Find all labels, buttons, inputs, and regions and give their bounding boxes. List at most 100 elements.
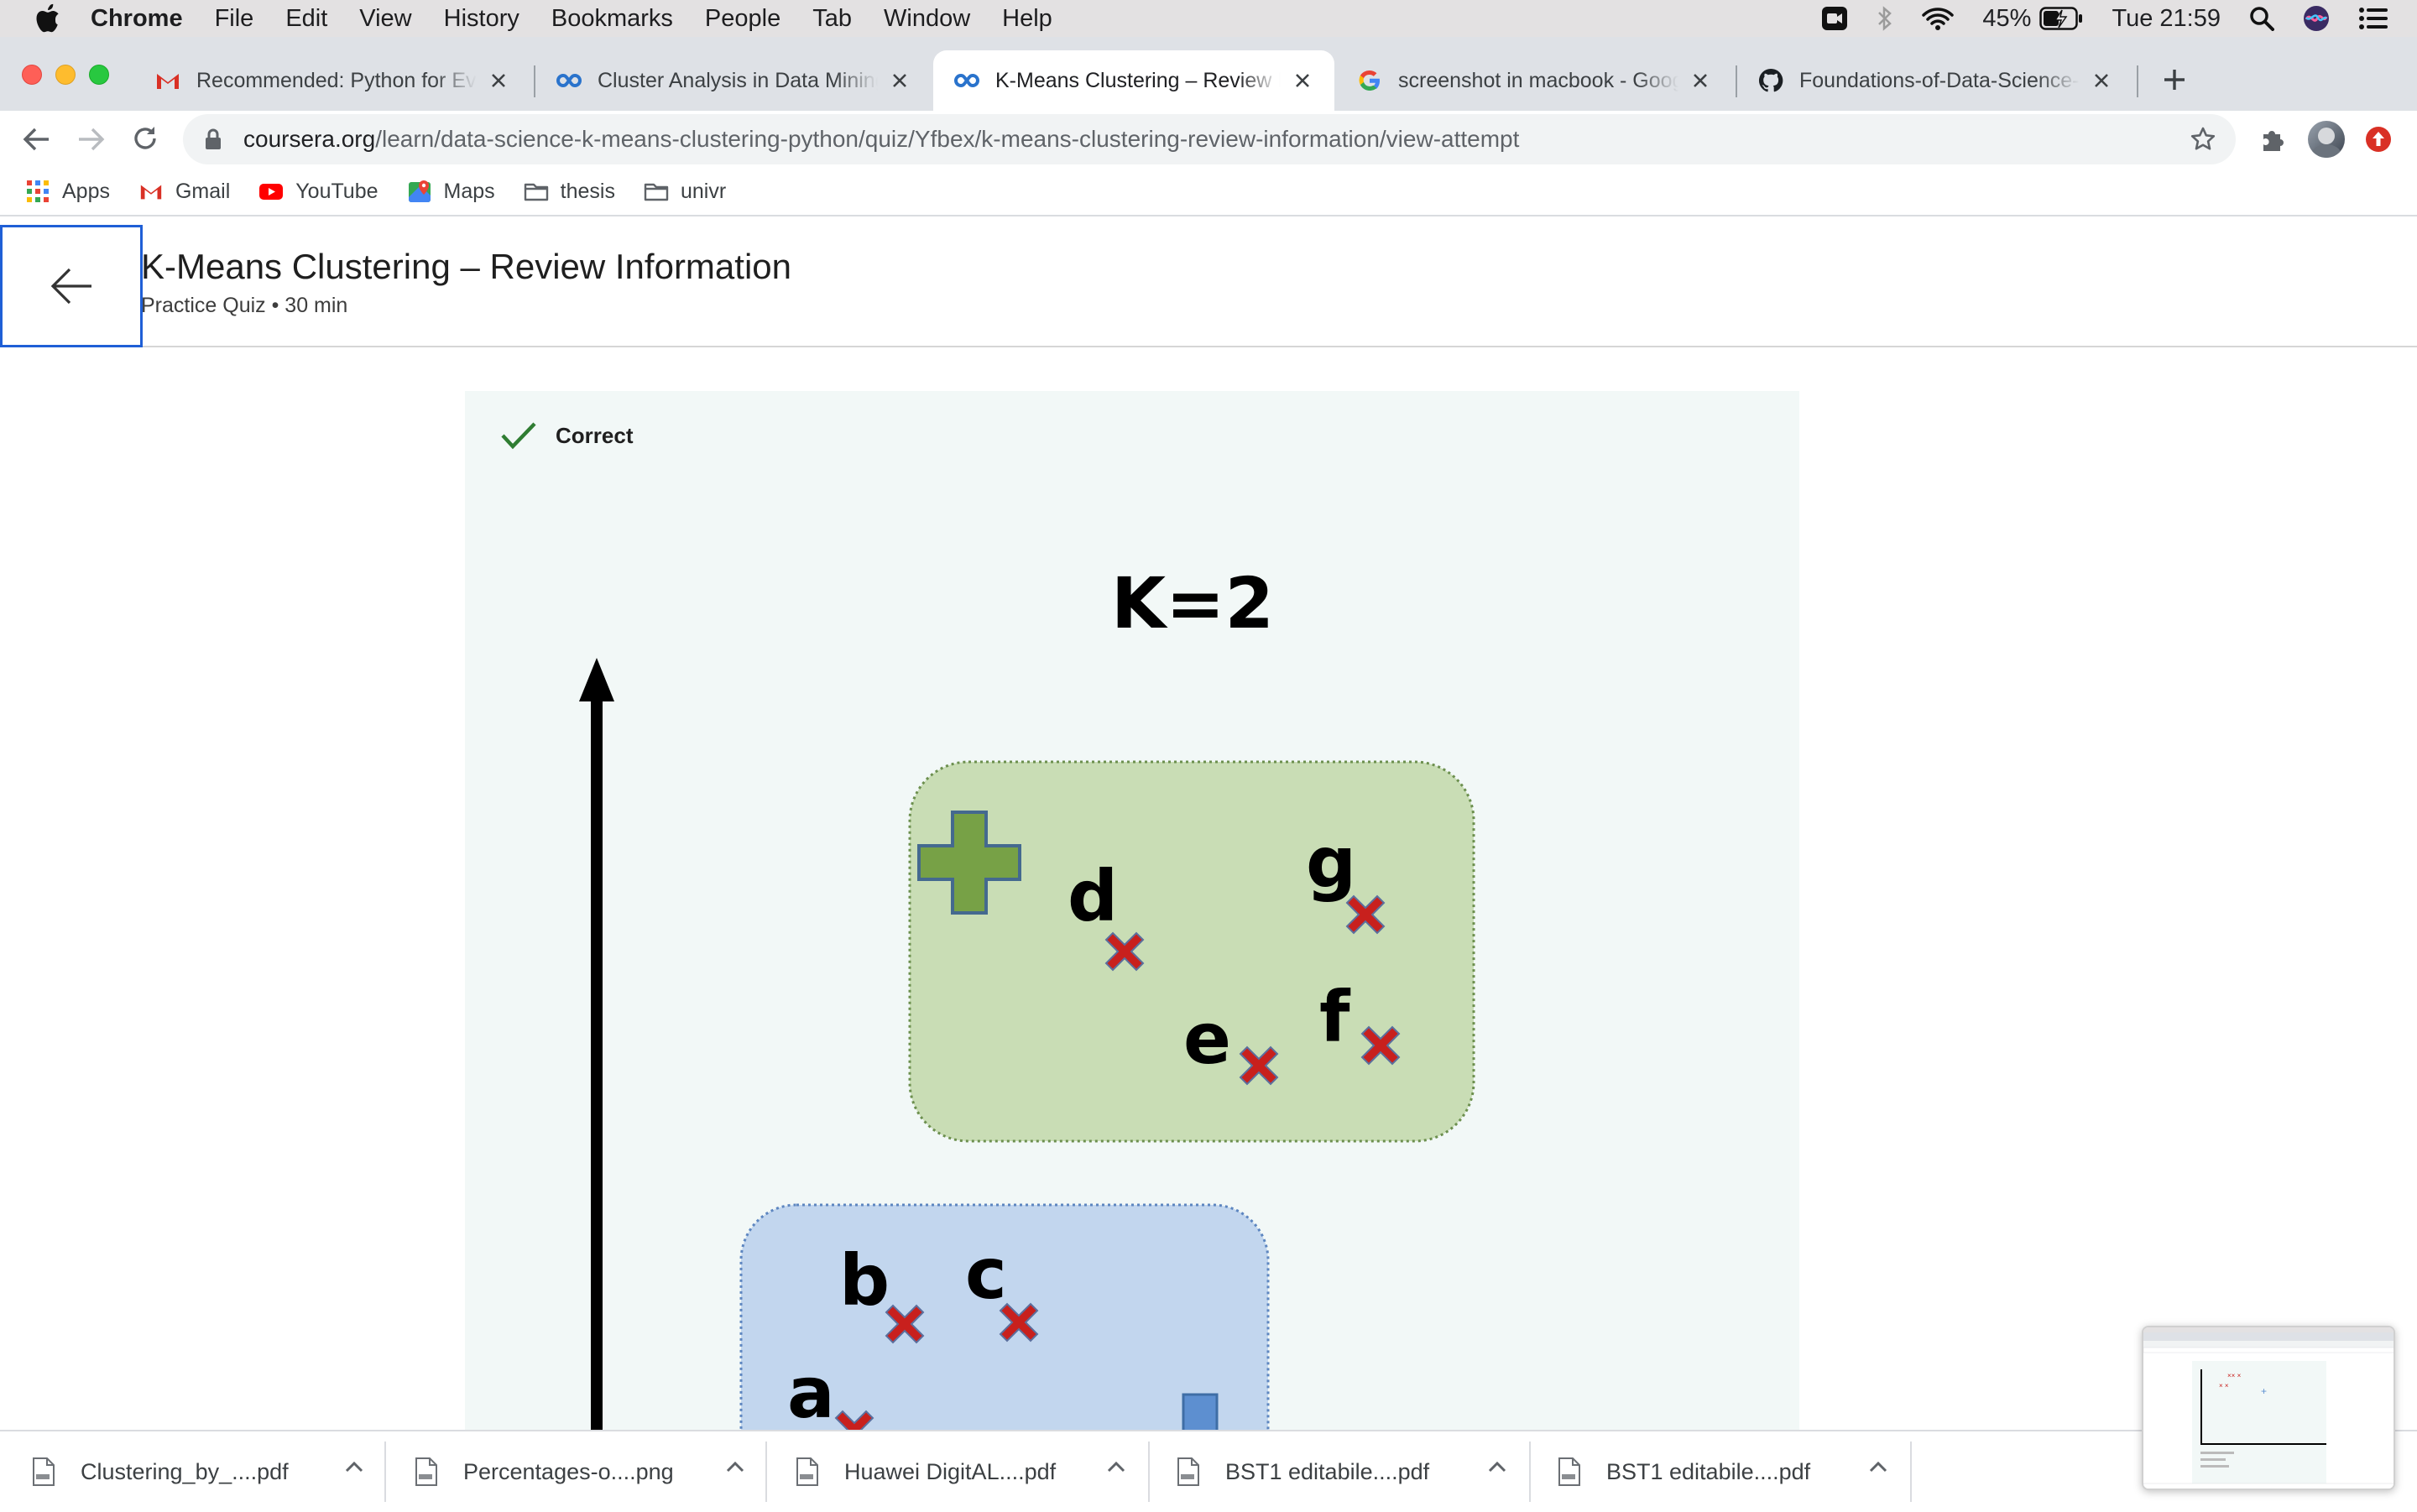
bookmark-label: thesis bbox=[560, 179, 615, 203]
back-button[interactable] bbox=[0, 225, 143, 347]
menubar-clock[interactable]: Tue 21:59 bbox=[2112, 5, 2221, 33]
chevron-up-icon[interactable] bbox=[1868, 1460, 1888, 1473]
point-label-d: d bbox=[1068, 855, 1119, 937]
download-item[interactable]: BST1 editabile....pdf bbox=[1177, 1431, 1527, 1512]
browser-toolbar: coursera.org/learn/data-science-k-means-… bbox=[0, 111, 2417, 168]
battery-charging-icon[interactable] bbox=[2039, 7, 2083, 30]
gmail-icon bbox=[140, 185, 162, 200]
download-filename: Percentages-o....png bbox=[463, 1458, 674, 1484]
point-label-f: f bbox=[1319, 976, 1350, 1058]
window-close-button[interactable] bbox=[22, 65, 42, 85]
app-menu-chrome[interactable]: Chrome bbox=[91, 5, 183, 33]
tab-google-search[interactable]: screenshot in macbook - Goog bbox=[1336, 50, 1732, 111]
menu-window[interactable]: Window bbox=[884, 5, 970, 33]
download-filename: BST1 editabile....pdf bbox=[1225, 1458, 1430, 1484]
point-label-a: a bbox=[787, 1352, 835, 1434]
screenshot-preview-thumbnail[interactable]: ×× × × × + bbox=[2142, 1326, 2395, 1490]
thumbnail-image: ×× × × × + bbox=[2143, 1327, 2394, 1489]
svg-text:× ×: × × bbox=[2219, 1382, 2229, 1389]
download-filename: Huawei DigitAL....pdf bbox=[844, 1458, 1057, 1484]
menu-view[interactable]: View bbox=[359, 5, 411, 33]
youtube-icon bbox=[259, 184, 284, 200]
tab-close-icon[interactable] bbox=[1687, 67, 1714, 94]
window-zoom-button[interactable] bbox=[89, 65, 109, 85]
menu-edit[interactable]: Edit bbox=[285, 5, 327, 33]
menu-tab[interactable]: Tab bbox=[812, 5, 852, 33]
chevron-up-icon[interactable] bbox=[1487, 1460, 1507, 1473]
bookmark-folder-univr[interactable]: univr bbox=[644, 179, 726, 204]
extensions-puzzle-icon[interactable] bbox=[2259, 124, 2288, 153]
menu-file[interactable]: File bbox=[215, 5, 254, 33]
back-arrow-icon[interactable] bbox=[22, 126, 50, 153]
point-label-e: e bbox=[1183, 998, 1231, 1080]
back-arrow-icon bbox=[50, 268, 91, 305]
tab-close-icon[interactable] bbox=[1289, 67, 1316, 94]
bookmarks-bar: Apps Gmail YouTube Maps thesis univr bbox=[0, 168, 2417, 216]
pdf-file-icon bbox=[1177, 1457, 1199, 1486]
forward-arrow-icon[interactable] bbox=[77, 126, 106, 153]
menu-help[interactable]: Help bbox=[1002, 5, 1052, 33]
menu-people[interactable]: People bbox=[705, 5, 780, 33]
download-item[interactable]: Huawei DigitAL....pdf bbox=[796, 1431, 1146, 1512]
pdf-file-icon bbox=[1558, 1457, 1580, 1486]
tab-title: K-Means Clustering – Review Infor bbox=[995, 68, 1281, 92]
tab-close-icon[interactable] bbox=[2088, 67, 2115, 94]
apple-menu-icon[interactable] bbox=[34, 3, 62, 34]
update-available-icon[interactable] bbox=[2365, 126, 2392, 153]
control-center-icon[interactable] bbox=[2358, 7, 2388, 30]
pdf-file-icon bbox=[33, 1457, 55, 1486]
download-separator bbox=[1148, 1442, 1150, 1502]
bookmark-label: YouTube bbox=[295, 179, 378, 203]
download-item[interactable]: BST1 editabile....pdf bbox=[1558, 1431, 1908, 1512]
reload-icon[interactable] bbox=[131, 124, 159, 153]
bookmark-gmail[interactable]: Gmail bbox=[138, 179, 230, 204]
siri-icon[interactable] bbox=[2303, 5, 2330, 32]
spotlight-search-icon[interactable] bbox=[2249, 6, 2274, 31]
download-item[interactable]: Clustering_by_....pdf bbox=[32, 1431, 384, 1512]
video-record-icon[interactable] bbox=[1821, 6, 1848, 31]
tab-close-icon[interactable] bbox=[485, 67, 512, 94]
tab-kmeans-review[interactable]: K-Means Clustering – Review Infor bbox=[933, 50, 1334, 111]
tab-separator bbox=[2137, 65, 2138, 97]
chevron-up-icon[interactable] bbox=[725, 1460, 745, 1473]
bookmark-youtube[interactable]: YouTube bbox=[258, 179, 378, 204]
menu-history[interactable]: History bbox=[444, 5, 519, 33]
download-separator bbox=[765, 1442, 767, 1502]
tab-cluster-analysis[interactable]: Cluster Analysis in Data Mining bbox=[535, 50, 932, 111]
bookmark-maps[interactable]: Maps bbox=[407, 179, 495, 204]
y-axis-arrowhead bbox=[579, 658, 614, 701]
menu-bookmarks[interactable]: Bookmarks bbox=[551, 5, 673, 33]
coursera-icon bbox=[556, 73, 582, 88]
bookmark-folder-thesis[interactable]: thesis bbox=[524, 179, 615, 204]
bookmark-apps[interactable]: Apps bbox=[25, 179, 110, 204]
google-icon bbox=[1359, 70, 1380, 91]
png-file-icon bbox=[415, 1457, 437, 1486]
tab-github-foundations[interactable]: Foundations-of-Data-Science- bbox=[1737, 50, 2133, 111]
gmail-icon bbox=[157, 74, 179, 89]
download-separator bbox=[1529, 1442, 1531, 1502]
tab-close-icon[interactable] bbox=[886, 67, 913, 94]
download-filename: BST1 editabile....pdf bbox=[1606, 1458, 1811, 1484]
bookmark-label: Gmail bbox=[175, 179, 231, 203]
tab-title: screenshot in macbook - Goog bbox=[1398, 68, 1678, 92]
download-item[interactable]: Percentages-o....png bbox=[415, 1431, 765, 1512]
maps-icon bbox=[408, 180, 431, 202]
tab-title: Recommended: Python for Eve bbox=[196, 68, 477, 92]
chevron-up-icon[interactable] bbox=[1106, 1460, 1126, 1473]
cluster-region-green bbox=[908, 760, 1475, 1143]
y-axis-line bbox=[591, 695, 603, 1431]
new-tab-plus-icon[interactable] bbox=[2162, 67, 2187, 92]
centroid-blue bbox=[1182, 1393, 1219, 1431]
svg-text:×× ×: ×× × bbox=[2227, 1372, 2242, 1379]
bluetooth-icon[interactable] bbox=[1877, 5, 1893, 32]
lock-icon[interactable] bbox=[205, 128, 222, 150]
bookmark-star-icon[interactable] bbox=[2190, 127, 2216, 152]
address-bar[interactable]: coursera.org/learn/data-science-k-means-… bbox=[183, 114, 2236, 164]
chevron-up-icon[interactable] bbox=[344, 1460, 364, 1473]
bookmark-label: univr bbox=[680, 179, 727, 203]
window-minimize-button[interactable] bbox=[55, 65, 76, 85]
profile-avatar[interactable] bbox=[2308, 121, 2345, 158]
page-title: K-Means Clustering – Review Information bbox=[141, 247, 791, 286]
wifi-icon[interactable] bbox=[1922, 6, 1955, 31]
tab-recommended-python[interactable]: Recommended: Python for Eve bbox=[134, 50, 530, 111]
